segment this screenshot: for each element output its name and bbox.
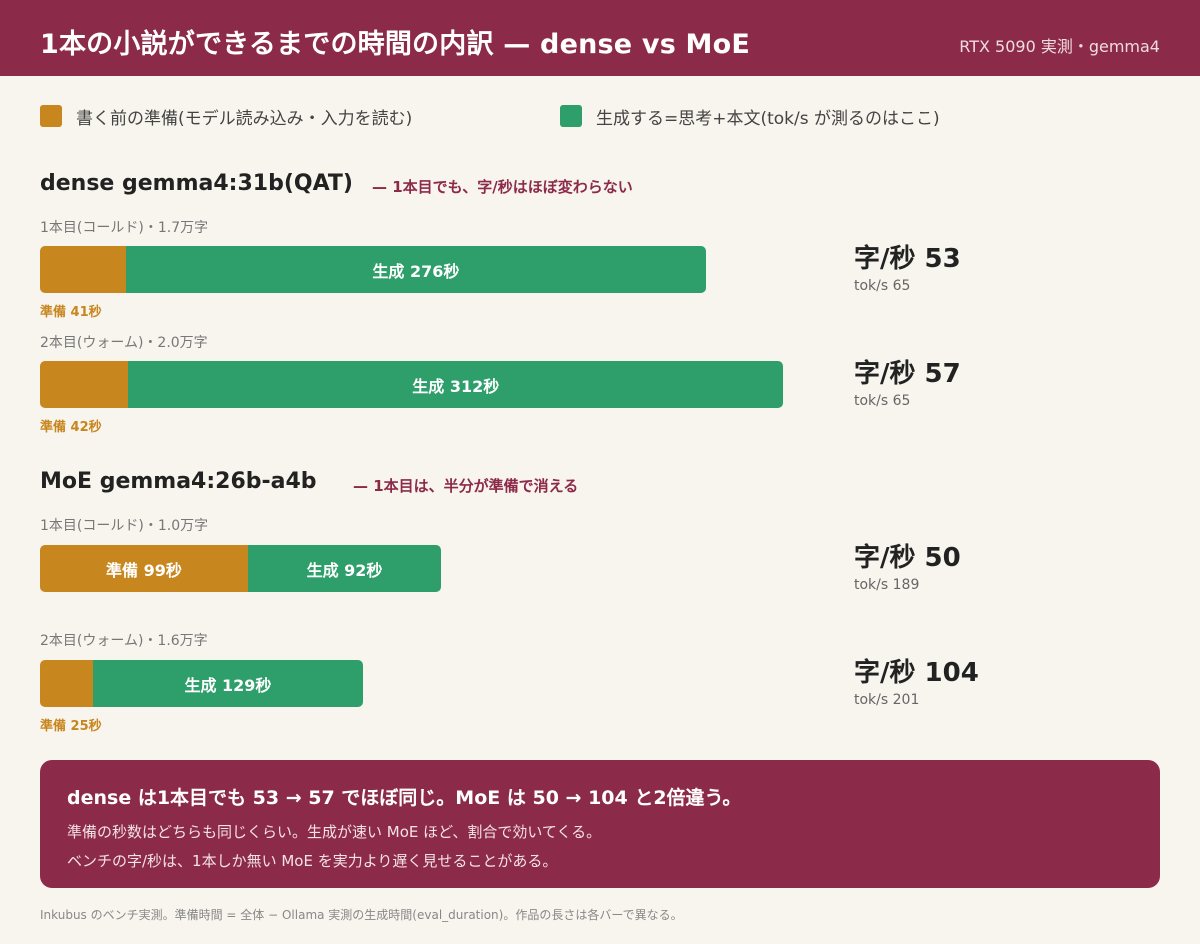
legend-item-gen: 生成する=思考+本文(tok/s が測るのはここ): [560, 104, 940, 129]
legend-swatch-prep: [40, 105, 62, 127]
chars-per-sec-label: 字/秒 57: [854, 359, 961, 389]
prep-data-label: 準備 41秒: [40, 305, 102, 320]
tok-per-sec-label: tok/s 201: [854, 692, 920, 708]
stacked-bar: 生成 312秒: [40, 361, 784, 408]
tok-per-sec-label: tok/s 65: [854, 278, 911, 294]
prep-data-label: 準備 42秒: [40, 420, 102, 435]
stacked-bar: 生成 276秒: [40, 246, 706, 293]
stacked-bar: 生成 129秒: [40, 660, 364, 707]
bar-segment-gen: 生成 312秒: [128, 361, 784, 408]
run-label: 2本目(ウォーム)・2.0万字: [40, 335, 208, 351]
callout-text: 準備の秒数はどちらも同じくらい。生成が速い MoE ほど、割合で効いてくる。: [67, 823, 602, 841]
tok-per-sec-label: tok/s 65: [854, 393, 911, 409]
bar-segment-prep: [40, 361, 129, 408]
page-subtitle: RTX 5090 実測・gemma4: [959, 37, 1160, 56]
bar-segment-gen: 生成 92秒: [247, 545, 442, 592]
bar-segment-gen: 生成 129秒: [92, 660, 364, 707]
run-label: 2本目(ウォーム)・1.6万字: [40, 633, 208, 649]
legend-label-gen: 生成する=思考+本文(tok/s が測るのはここ): [596, 108, 940, 129]
section-note-moe: — 1本目は、半分が準備で消える: [353, 477, 579, 495]
run-label: 1本目(コールド)・1.7万字: [40, 220, 209, 236]
callout-text: ベンチの字/秒は、1本しか無い MoE を実力より遅く見せることがある。: [67, 852, 558, 870]
callout-headline: dense は1本目でも 53 → 57 でほぼ同じ。MoE は 50 → 10…: [67, 787, 742, 809]
prep-data-label: 準備 25秒: [40, 719, 102, 734]
stacked-bar: 準備 99秒 生成 92秒: [40, 545, 442, 592]
bar-segment-prep: [40, 660, 93, 707]
page-title: 1本の小説ができるまでの時間の内訳 — dense vs MoE: [40, 29, 751, 60]
section-title-moe: MoE gemma4:26b-a4b: [40, 469, 317, 494]
bar-segment-prep: 準備 99秒: [40, 545, 248, 592]
section-title-dense: dense gemma4:31b(QAT): [40, 171, 353, 196]
run-label: 1本目(コールド)・1.0万字: [40, 518, 209, 534]
legend-label-prep: 書く前の準備(モデル読み込み・入力を読む): [76, 108, 413, 129]
section-note-dense: — 1本目でも、字/秒はほぼ変わらない: [372, 178, 633, 196]
bar-segment-prep: [40, 246, 127, 293]
legend-item-prep: 書く前の準備(モデル読み込み・入力を読む): [40, 104, 413, 129]
tok-per-sec-label: tok/s 189: [854, 577, 920, 593]
legend-swatch-gen: [560, 105, 582, 127]
bar-segment-gen: 生成 276秒: [126, 246, 706, 293]
chars-per-sec-label: 字/秒 104: [854, 658, 979, 688]
footnote: Inkubus のベンチ実測。準備時間 = 全体 − Ollama 実測の生成時…: [40, 908, 683, 922]
header-banner: 1本の小説ができるまでの時間の内訳 — dense vs MoE RTX 509…: [0, 0, 1200, 76]
summary-callout: dense は1本目でも 53 → 57 でほぼ同じ。MoE は 50 → 10…: [40, 760, 1160, 888]
chars-per-sec-label: 字/秒 53: [854, 244, 961, 274]
chars-per-sec-label: 字/秒 50: [854, 543, 961, 573]
